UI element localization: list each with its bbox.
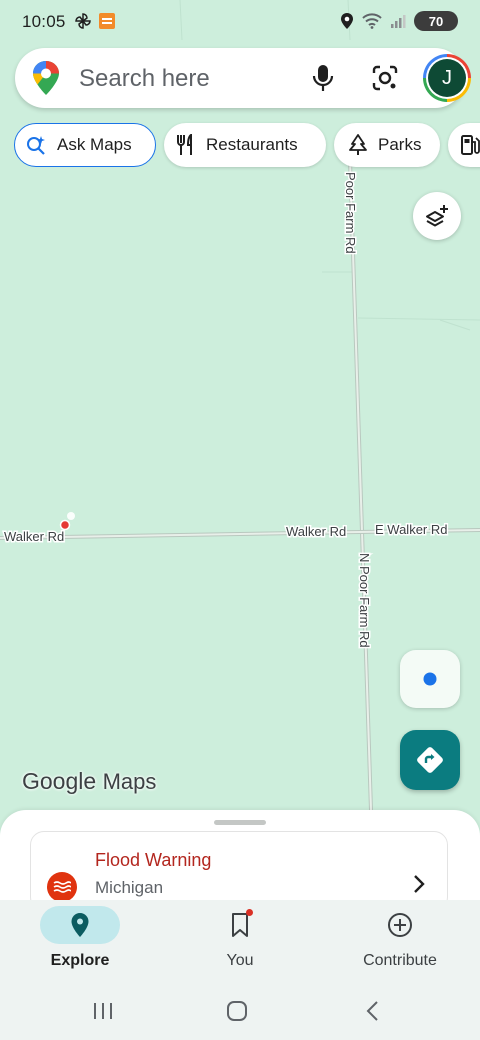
svg-text:Poor Farm Rd: Poor Farm Rd — [343, 172, 358, 254]
chip-ask-maps[interactable]: Ask Maps — [14, 123, 156, 167]
nav-label-explore: Explore — [50, 952, 110, 969]
flood-warning-card[interactable]: Flood Warning Michigan — [30, 831, 448, 911]
google-lens-icon[interactable] — [371, 64, 399, 92]
tree-icon — [349, 134, 367, 155]
fork-knife-icon — [177, 134, 192, 155]
status-right-icons: 70 — [340, 11, 458, 31]
wifi-icon — [362, 13, 382, 29]
battery-icon: 70 — [414, 11, 458, 31]
chip-parks[interactable]: Parks — [334, 123, 440, 167]
add-circle-icon — [388, 913, 412, 937]
system-navigation-bar — [0, 984, 480, 1040]
search-bar[interactable]: J — [15, 48, 471, 108]
layers-icon — [426, 205, 448, 227]
recent-apps-icon[interactable] — [92, 1000, 114, 1022]
account-avatar[interactable]: J — [423, 54, 471, 102]
app-notification-icon — [99, 13, 115, 29]
location-icon — [341, 13, 353, 29]
nav-label-contribute: Contribute — [363, 952, 437, 969]
gas-pump-icon — [461, 135, 480, 155]
road-label-poor-farm: Poor Farm Rd — [342, 171, 360, 256]
bottom-navigation: Explore You Contribute — [0, 900, 480, 984]
maps-wordmark: Maps — [102, 769, 157, 794]
status-left-icons — [74, 12, 116, 30]
my-location-icon — [423, 672, 437, 686]
directions-icon — [417, 747, 443, 773]
road-label-n-poor-farm: N Poor Farm Rd — [356, 552, 374, 650]
sheet-drag-handle[interactable] — [214, 820, 266, 825]
svg-text:N Poor Farm Rd: N Poor Farm Rd — [357, 553, 372, 648]
back-icon[interactable] — [364, 1000, 380, 1022]
bookmark-icon — [232, 913, 248, 937]
sparkle-search-icon — [27, 136, 45, 155]
flood-icon — [47, 872, 77, 902]
my-location-button[interactable] — [400, 650, 460, 708]
layers-button[interactable] — [413, 192, 461, 240]
chevron-right-icon[interactable] — [411, 874, 427, 894]
google-maps-pin-icon — [33, 61, 59, 95]
directions-button[interactable] — [400, 730, 460, 790]
google-maps-attribution: Google Maps — [22, 768, 156, 795]
chip-label: Ask Maps — [57, 135, 132, 154]
signal-icon — [391, 15, 406, 28]
status-time: 10:05 — [22, 12, 66, 31]
chip-label: Parks — [378, 135, 422, 154]
road-label-e-walker: E Walker Rd — [375, 522, 447, 537]
nav-contribute[interactable]: Contribute — [340, 906, 460, 978]
nav-explore[interactable]: Explore — [20, 906, 140, 978]
map-marker-dot[interactable] — [59, 519, 71, 531]
road-label-walker-mid: Walker Rd — [286, 524, 346, 539]
battery-level: 70 — [428, 13, 444, 29]
microphone-icon[interactable] — [311, 64, 335, 92]
category-chips: Ask Maps Restaurants Parks — [14, 123, 480, 169]
chip-restaurants[interactable]: Restaurants — [164, 123, 326, 167]
explore-pin-icon — [71, 913, 89, 937]
avatar-initial: J — [428, 59, 466, 97]
alert-title: Flood Warning — [95, 850, 212, 870]
status-bar: 10:05 70 — [0, 0, 480, 44]
nav-you[interactable]: You — [180, 906, 300, 978]
chip-label: Restaurants — [206, 135, 298, 154]
nav-label-you: You — [226, 952, 254, 969]
home-icon[interactable] — [226, 1000, 248, 1022]
search-input[interactable] — [77, 58, 291, 100]
maps-screen: Poor Farm Rd N Poor Farm Rd Walker Rd Wa… — [0, 0, 480, 1040]
chip-gas[interactable] — [448, 123, 480, 167]
google-wordmark: Google — [22, 768, 97, 794]
notification-dot — [246, 909, 253, 916]
alert-region: Michigan — [95, 878, 164, 897]
pinwheel-icon — [75, 13, 91, 29]
road-label-walker-west: Walker Rd — [4, 529, 64, 544]
